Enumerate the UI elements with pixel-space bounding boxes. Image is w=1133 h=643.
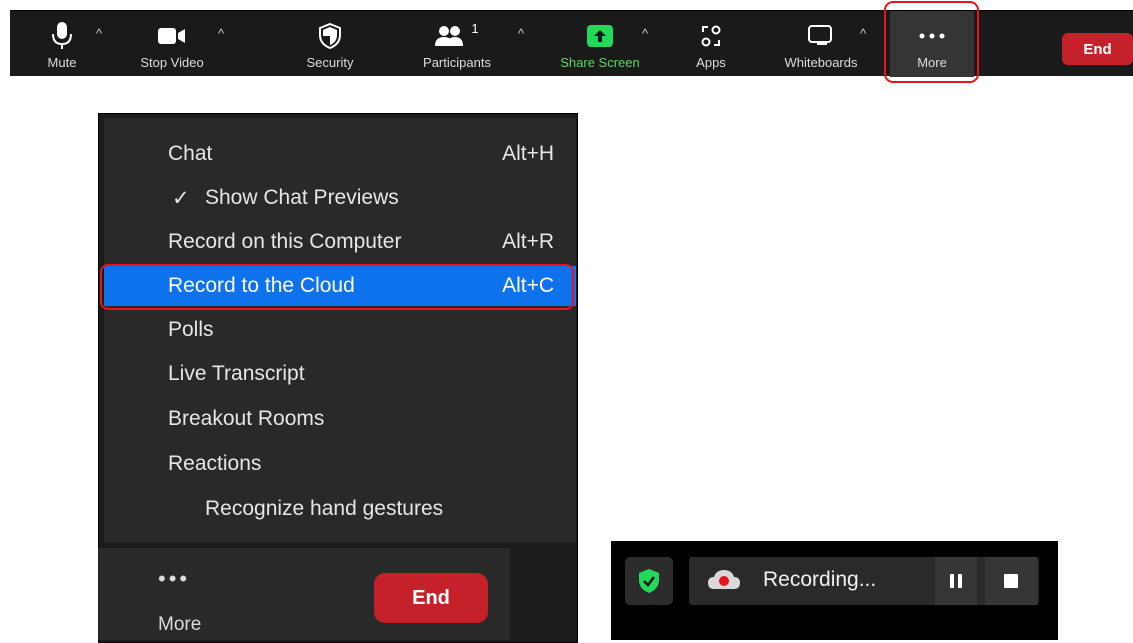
menu-item-label: Show Chat Previews: [205, 186, 399, 209]
menu-item-show-chat-previews[interactable]: ✓ Show Chat Previews: [104, 178, 576, 218]
more-dots-icon[interactable]: •••: [158, 566, 190, 592]
recording-indicator-panel: Recording...: [611, 541, 1058, 640]
menu-item-record-on-this-computer[interactable]: Record on this Computer Alt+R: [104, 222, 576, 262]
shield-icon: [319, 21, 341, 51]
share-options-caret[interactable]: ^: [642, 26, 648, 41]
participants-button[interactable]: 1 Participants: [412, 11, 502, 77]
whiteboard-icon: [808, 21, 834, 51]
menu-item-label: Polls: [168, 318, 214, 341]
encryption-shield-icon[interactable]: [625, 557, 673, 605]
lower-toolbar-fragment: ••• More End: [98, 548, 510, 640]
menu-item-reactions[interactable]: Reactions: [104, 444, 576, 484]
mute-options-caret[interactable]: ^: [96, 26, 102, 41]
menu-item-label: Chat: [168, 142, 213, 165]
menu-item-breakout-rooms[interactable]: Breakout Rooms: [104, 399, 576, 439]
more-highlight-outline: [884, 1, 979, 83]
menu-item-label: Breakout Rooms: [168, 407, 325, 430]
end-meeting-button[interactable]: End: [1062, 33, 1133, 65]
whiteboards-options-caret[interactable]: ^: [860, 26, 866, 41]
pause-recording-button[interactable]: [935, 557, 977, 605]
stop-video-button[interactable]: Stop Video: [132, 11, 212, 77]
recording-status-bar: Recording...: [689, 557, 1039, 605]
stop-icon: [1004, 574, 1018, 588]
participants-icon: 1: [435, 21, 479, 51]
menu-item-live-transcript[interactable]: Live Transcript: [104, 354, 576, 394]
more-label[interactable]: More: [158, 614, 201, 636]
menu-item-label: Reactions: [168, 452, 262, 475]
menu-item-label: Live Transcript: [168, 362, 305, 385]
whiteboards-button[interactable]: Whiteboards: [771, 11, 871, 77]
share-screen-button[interactable]: Share Screen: [550, 11, 650, 77]
participants-count: 1: [471, 21, 479, 36]
stop-recording-button[interactable]: [985, 557, 1037, 605]
pause-icon: [950, 574, 962, 588]
apps-label: Apps: [696, 55, 726, 70]
security-button[interactable]: Security: [295, 11, 365, 77]
whiteboards-label: Whiteboards: [784, 55, 858, 70]
more-menu: Chat Alt+H ✓ Show Chat Previews Record o…: [104, 118, 576, 542]
security-label: Security: [306, 55, 354, 70]
apps-button[interactable]: Apps: [686, 11, 736, 77]
menu-item-recognize-hand-gestures[interactable]: Recognize hand gestures: [104, 489, 576, 529]
share-screen-label: Share Screen: [560, 55, 640, 70]
menu-item-label: Recognize hand gestures: [205, 497, 444, 520]
video-options-caret[interactable]: ^: [218, 26, 224, 41]
mute-label: Mute: [47, 55, 77, 70]
recording-status-text: Recording...: [763, 568, 877, 591]
participants-options-caret[interactable]: ^: [518, 26, 524, 41]
menu-item-polls[interactable]: Polls: [104, 310, 576, 350]
stop-video-label: Stop Video: [140, 55, 204, 70]
mute-button[interactable]: Mute: [32, 11, 92, 77]
end-meeting-button[interactable]: End: [374, 573, 488, 623]
check-icon: ✓: [172, 186, 190, 210]
apps-icon: [701, 21, 721, 51]
menu-item-shortcut: Alt+H: [502, 142, 554, 165]
cloud-recording-icon: [707, 567, 741, 598]
meeting-toolbar: Mute ^ Stop Video ^ Security 1 Participa…: [10, 1, 1133, 83]
menu-item-chat[interactable]: Chat Alt+H: [104, 134, 576, 174]
menu-item-label: Record on this Computer: [168, 230, 402, 253]
record-to-cloud-highlight-outline: [100, 264, 574, 310]
menu-item-shortcut: Alt+R: [502, 230, 554, 253]
video-camera-icon: [158, 21, 186, 51]
microphone-icon: [51, 21, 73, 51]
share-screen-icon: [587, 21, 613, 51]
participants-label: Participants: [423, 55, 491, 70]
